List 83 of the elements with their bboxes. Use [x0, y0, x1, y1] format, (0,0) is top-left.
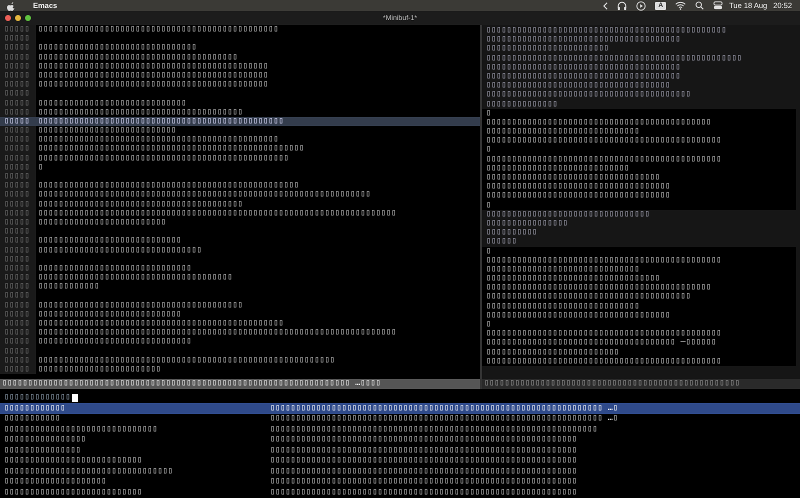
line-number: ▯▯▯▯▯ [0, 282, 36, 292]
chevron-left-icon[interactable] [603, 2, 608, 10]
code-line: ▯▯▯▯▯▯▯▯▯▯▯▯▯▯▯▯▯▯▯▯▯▯▯▯▯▯▯▯▯▯▯▯▯▯▯▯▯▯▯▯ [37, 200, 244, 209]
code-line: ▯▯▯▯▯▯▯▯▯▯▯▯ [37, 282, 100, 292]
buffer-line: ▯▯▯▯▯▯▯▯▯▯▯▯▯▯▯▯▯▯▯▯▯▯▯▯▯▯▯▯▯▯▯▯▯▯▯▯▯▯ [485, 35, 682, 44]
completion-item[interactable]: ▯▯▯▯▯▯▯▯▯▯▯▯ ▯▯▯▯▯▯▯▯▯▯▯▯▯▯▯▯▯▯▯▯▯▯▯▯▯▯▯▯▯▯▯▯▯▯▯▯▯▯▯▯▯▯▯▯▯▯▯▯▯▯▯▯▯▯▯▯▯▯▯▯▯▯▯▯▯ …▯ [0, 403, 800, 414]
code-line: ▯▯▯▯▯▯▯▯▯▯▯▯▯▯▯▯▯▯▯▯▯▯▯▯▯▯▯▯▯▯▯▯▯▯▯▯▯▯▯▯▯▯▯▯▯▯▯▯▯▯▯▯ [37, 144, 306, 154]
line-number: ▯▯▯▯▯ [0, 144, 36, 154]
completion-item[interactable]: ▯▯▯▯▯▯▯▯▯▯▯▯▯▯▯▯▯▯▯▯▯▯▯▯▯▯▯▯▯▯▯▯▯ ▯▯▯▯▯▯▯▯▯▯▯▯▯▯▯▯▯▯▯▯▯▯▯▯▯▯▯▯▯▯▯▯▯▯▯▯▯▯▯▯▯▯▯▯▯▯▯▯▯▯▯▯▯▯▯▯▯▯▯▯ [0, 466, 800, 476]
line-number: ▯▯▯▯▯ [0, 181, 36, 190]
code-line: ▯ [37, 162, 44, 172]
completion-item[interactable]: ▯▯▯▯▯▯▯▯▯▯▯▯▯▯▯▯▯▯▯▯▯▯▯▯▯▯▯ ▯▯▯▯▯▯▯▯▯▯▯▯▯▯▯▯▯▯▯▯▯▯▯▯▯▯▯▯▯▯▯▯▯▯▯▯▯▯▯▯▯▯▯▯▯▯▯▯▯▯▯▯▯▯▯▯▯▯▯▯ [0, 456, 800, 466]
line-number: ▯▯▯▯▯ [0, 43, 36, 53]
code-line: ▯▯▯▯▯▯▯▯▯▯▯▯▯▯▯▯▯▯▯▯▯▯▯▯▯▯▯▯▯▯▯▯▯▯▯▯▯▯▯▯▯▯▯▯▯▯▯▯▯ [37, 154, 290, 163]
line-number: ▯▯▯▯▯ [0, 337, 36, 347]
completion-item[interactable]: ▯▯▯▯▯▯▯▯▯▯▯▯▯▯▯▯▯▯▯▯▯▯▯▯▯▯▯▯▯▯ ▯▯▯▯▯▯▯▯▯▯▯▯▯▯▯▯▯▯▯▯▯▯▯▯▯▯▯▯▯▯▯▯▯▯▯▯▯▯▯▯▯▯▯▯▯▯▯▯▯▯▯▯▯▯▯▯▯▯▯▯▯▯▯▯ [0, 424, 800, 434]
code-line: ▯▯▯▯▯▯▯▯▯▯▯▯▯▯▯▯▯▯▯▯▯▯▯▯▯ [37, 218, 167, 228]
code-line: ▯▯▯▯▯▯▯▯▯▯▯▯▯▯▯▯▯▯▯▯▯▯▯▯▯▯▯▯▯▯▯▯▯▯▯▯▯▯▯▯▯▯▯▯▯▯▯▯▯▯▯ [37, 181, 300, 190]
code-line: ▯▯▯▯▯▯▯▯▯▯▯▯▯▯▯▯▯▯▯▯▯▯▯▯▯▯▯▯▯▯▯▯▯▯▯▯▯▯▯▯▯▯▯▯▯▯▯▯▯▯▯▯▯▯▯▯▯▯ [37, 356, 336, 365]
line-number: ▯▯▯▯▯ [0, 328, 36, 338]
buffer-line: ▯▯▯▯▯▯▯▯▯▯▯▯▯▯▯▯▯▯▯▯▯▯▯▯▯▯▯▯▯▯▯▯▯▯▯▯▯▯▯▯ [485, 90, 692, 100]
buffer-line: ▯▯▯▯▯▯▯▯▯▯▯▯▯▯▯▯▯▯▯▯▯▯▯▯ [485, 44, 610, 54]
line-number: ▯▯▯▯▯ [0, 291, 36, 301]
code-line: ▯▯▯▯▯▯▯▯▯▯▯▯▯▯▯▯▯▯▯▯▯▯▯▯▯▯▯▯▯ [37, 98, 188, 108]
code-line: ▯▯▯▯▯▯▯▯▯▯▯▯▯▯▯▯▯▯▯▯▯▯▯▯▯▯▯▯▯▯▯▯▯▯▯▯▯▯▯▯▯▯▯▯▯ [37, 62, 270, 71]
text-cursor [72, 394, 78, 402]
line-number: ▯▯▯▯▯ [0, 34, 36, 44]
code-line: ▯▯▯▯▯▯▯▯▯▯▯▯▯▯▯▯▯▯▯▯▯▯▯▯▯▯▯▯▯▯▯▯▯▯▯▯▯▯▯▯ [37, 300, 244, 310]
search-icon[interactable] [695, 1, 704, 10]
code-line: ▯▯▯▯▯▯▯▯▯▯▯▯▯▯▯▯▯▯▯▯▯▯▯▯▯▯▯ [37, 126, 178, 136]
buffer-line: ▯▯▯▯▯▯▯▯▯▯ [485, 228, 538, 238]
code-line: ▯▯▯▯▯▯▯▯▯▯▯▯▯▯▯▯▯▯▯▯▯▯▯▯▯▯▯▯▯▯ [37, 337, 193, 347]
minimize-button[interactable] [15, 15, 21, 21]
line-number: ▯▯▯▯▯ [0, 190, 36, 200]
code-line: ▯▯▯▯▯▯▯▯▯▯▯▯▯▯▯▯▯▯▯▯▯▯▯▯▯▯▯▯▯▯▯▯▯▯▯▯▯▯▯▯▯▯▯▯▯ [37, 80, 270, 90]
buffer-line: ▯▯▯▯▯▯▯▯▯▯▯▯▯▯▯▯▯▯▯▯▯▯▯▯▯▯▯▯▯▯▯▯▯▯▯▯ [485, 81, 672, 90]
code-line: ▯▯▯▯▯▯▯▯▯▯▯▯▯▯▯▯▯▯▯▯▯▯▯▯▯▯▯▯▯▯▯▯▯▯▯▯▯▯▯▯▯▯▯▯▯▯▯ [37, 25, 280, 34]
buffer-line: ▯▯▯▯▯▯ [485, 237, 518, 246]
line-number: ▯▯▯▯▯ [0, 273, 36, 282]
control-center-icon[interactable] [713, 1, 724, 10]
headphones-icon[interactable] [617, 0, 628, 10]
code-line: ▯▯▯▯▯▯▯▯▯▯▯▯▯▯▯▯▯▯▯▯▯▯▯▯▯▯▯▯▯▯▯▯▯▯▯▯▯▯▯▯▯▯▯▯▯▯▯▯▯▯▯▯▯▯▯▯▯▯▯▯▯▯▯▯▯▯▯▯▯▯ [37, 208, 398, 218]
code-line: ▯▯▯▯▯▯▯▯▯▯▯▯▯▯▯▯▯▯▯▯▯▯▯▯ [37, 364, 162, 374]
completion-item[interactable]: ▯▯▯▯▯▯▯▯▯▯▯ ▯▯▯▯▯▯▯▯▯▯▯▯▯▯▯▯▯▯▯▯▯▯▯▯▯▯▯▯▯▯▯▯▯▯▯▯▯▯▯▯▯▯▯▯▯▯▯▯▯▯▯▯▯▯▯▯▯▯▯▯▯▯▯▯▯ …▯ [0, 414, 800, 424]
buffer-line: ▯▯▯▯▯▯▯▯▯▯▯▯▯▯▯▯▯▯▯▯▯▯▯▯▯▯▯▯▯▯▯▯▯▯▯▯▯▯ [485, 72, 682, 82]
code-line: ▯▯▯▯▯▯▯▯▯▯▯▯▯▯▯▯▯▯▯▯▯▯▯▯▯▯▯▯▯▯▯▯▯▯▯▯▯▯▯▯▯▯▯▯▯▯▯▯ [37, 319, 285, 328]
code-line: ▯▯▯▯▯▯▯▯▯▯▯▯▯▯▯▯▯▯▯▯▯▯▯▯▯▯▯▯▯▯ [37, 264, 193, 274]
line-number: ▯▯▯▯▯ [0, 319, 36, 328]
completion-item[interactable]: ▯▯▯▯▯▯▯▯▯▯▯▯▯▯▯▯▯▯▯▯▯▯▯▯▯▯▯ ▯▯▯▯▯▯▯▯▯▯▯▯▯▯▯▯▯▯▯▯▯▯▯▯▯▯▯▯▯▯▯▯▯▯▯▯▯▯▯▯▯▯▯▯▯▯▯▯▯▯▯▯▯▯▯▯▯▯▯▯ [0, 487, 800, 498]
code-line: ▯▯▯▯▯▯▯▯▯▯▯▯▯▯▯▯▯▯▯▯▯▯▯▯▯▯▯▯▯▯▯▯▯▯▯▯▯▯▯▯▯▯▯▯▯▯▯ [37, 135, 280, 144]
line-number: ▯▯▯▯▯ [0, 89, 36, 98]
code-line: ▯▯▯▯▯▯▯▯▯▯▯▯▯▯▯▯▯▯▯▯▯▯▯▯▯▯▯▯▯▯▯▯▯▯▯▯▯▯ [37, 273, 234, 282]
code-line: ▯▯▯▯▯▯▯▯▯▯▯▯▯▯▯▯▯▯▯▯▯▯▯▯▯▯▯▯▯▯▯▯ [37, 246, 203, 255]
buffer-line: ▯▯▯▯▯▯▯▯▯▯▯▯▯▯▯▯▯▯▯▯▯▯▯▯▯▯▯▯▯▯▯▯▯▯▯▯▯▯▯▯▯▯▯▯▯▯▯ [485, 26, 728, 36]
completion-item[interactable]: ▯▯▯▯▯▯▯▯▯▯▯▯▯▯▯ ▯▯▯▯▯▯▯▯▯▯▯▯▯▯▯▯▯▯▯▯▯▯▯▯▯▯▯▯▯▯▯▯▯▯▯▯▯▯▯▯▯▯▯▯▯▯▯▯▯▯▯▯▯▯▯▯▯▯▯▯ [0, 445, 800, 456]
line-number: ▯▯▯▯▯ [0, 227, 36, 236]
line-number: ▯▯▯▯▯ [0, 80, 36, 90]
line-number: ▯▯▯▯▯ [0, 236, 36, 246]
code-line: ▯▯▯▯▯▯▯▯▯▯▯▯▯▯▯▯▯▯▯▯▯▯▯▯▯▯▯▯ [37, 310, 182, 319]
line-number: ▯▯▯▯▯ [0, 126, 36, 136]
play-circle-icon[interactable] [636, 0, 646, 10]
code-line: ▯▯▯▯▯▯▯▯▯▯▯▯▯▯▯▯▯▯▯▯▯▯▯▯▯▯▯▯▯▯▯▯▯▯▯▯▯▯▯ [37, 52, 239, 62]
completion-item[interactable]: ▯▯▯▯▯▯▯▯▯▯▯▯▯▯▯▯ ▯▯▯▯▯▯▯▯▯▯▯▯▯▯▯▯▯▯▯▯▯▯▯▯▯▯▯▯▯▯▯▯▯▯▯▯▯▯▯▯▯▯▯▯▯▯▯▯▯▯▯▯▯▯▯▯▯▯▯▯ [0, 434, 800, 445]
code-line: ▯▯▯▯▯▯▯▯▯▯▯▯▯▯▯▯▯▯▯▯▯▯▯▯▯▯▯▯▯▯▯▯▯▯▯▯▯▯▯▯▯▯▯▯▯ [37, 70, 270, 80]
close-button[interactable] [5, 15, 11, 21]
completion-item[interactable]: ▯▯▯▯▯▯▯▯▯▯▯▯▯▯▯▯▯▯▯▯ ▯▯▯▯▯▯▯▯▯▯▯▯▯▯▯▯▯▯▯▯▯▯▯▯▯▯▯▯▯▯▯▯▯▯▯▯▯▯▯▯▯▯▯▯▯▯▯▯▯▯▯▯▯▯▯▯▯▯▯▯ [0, 476, 800, 487]
line-number: ▯▯▯▯▯ [0, 25, 36, 34]
buffer-line: ▯▯▯▯▯▯▯▯▯▯▯▯▯▯ [485, 100, 559, 109]
zoom-button[interactable] [25, 15, 31, 21]
code-line: ▯▯▯▯▯▯▯▯▯▯▯▯▯▯▯▯▯▯▯▯▯▯▯▯▯▯▯▯ [37, 236, 182, 246]
code-line: ▯▯▯▯▯▯▯▯▯▯▯▯▯▯▯▯▯▯▯▯▯▯▯▯▯▯▯▯▯▯▯▯▯▯▯▯▯▯▯▯▯▯▯▯▯▯▯▯▯▯▯▯▯▯▯▯▯▯▯▯▯▯▯▯▯ [37, 190, 372, 200]
buffer-line: ▯▯▯▯▯▯▯▯▯▯▯▯▯▯▯▯▯▯▯▯▯▯▯▯▯▯▯▯▯▯▯▯ [485, 210, 651, 219]
buffer-line: ▯▯▯▯▯▯▯▯▯▯▯▯▯▯▯▯ [485, 218, 569, 228]
line-number: ▯▯▯▯▯ [0, 172, 36, 182]
code-line: ▯▯▯▯▯▯▯▯▯▯▯▯▯▯▯▯▯▯▯▯▯▯▯▯▯▯▯▯▯▯▯▯▯▯▯▯▯▯▯▯▯▯▯▯▯▯▯▯▯▯▯▯▯▯▯▯▯▯▯▯▯▯▯▯▯▯▯▯▯▯ [37, 328, 398, 338]
code-line: ▯▯▯▯▯▯▯▯▯▯▯▯▯▯▯▯▯▯▯▯▯▯▯▯▯▯▯▯▯▯▯ [37, 43, 198, 53]
apple-logo-icon[interactable] [7, 0, 16, 10]
minibuffer-prompt: ▯▯▯▯▯▯▯▯▯▯▯▯▯ [4, 392, 71, 402]
buffer-line: ▯▯▯▯▯▯▯▯▯▯▯▯▯▯▯▯▯▯▯▯▯▯▯▯▯▯▯▯▯▯▯▯▯▯▯▯▯▯ [485, 62, 682, 72]
buffer-line: ▯▯▯▯▯▯▯▯▯▯▯▯▯▯▯▯▯▯▯▯▯▯▯▯▯▯▯▯▯▯▯▯▯▯▯▯▯▯▯▯▯▯▯▯▯▯▯▯▯▯ [485, 54, 743, 63]
wifi-icon[interactable] [675, 1, 686, 10]
code-line: ▯▯▯▯▯▯▯▯▯▯▯▯▯▯▯▯▯▯▯▯▯▯▯▯▯▯▯▯▯▯▯▯▯▯▯▯▯▯▯▯ [37, 108, 244, 117]
line-number: ▯▯▯▯▯ [0, 135, 36, 144]
